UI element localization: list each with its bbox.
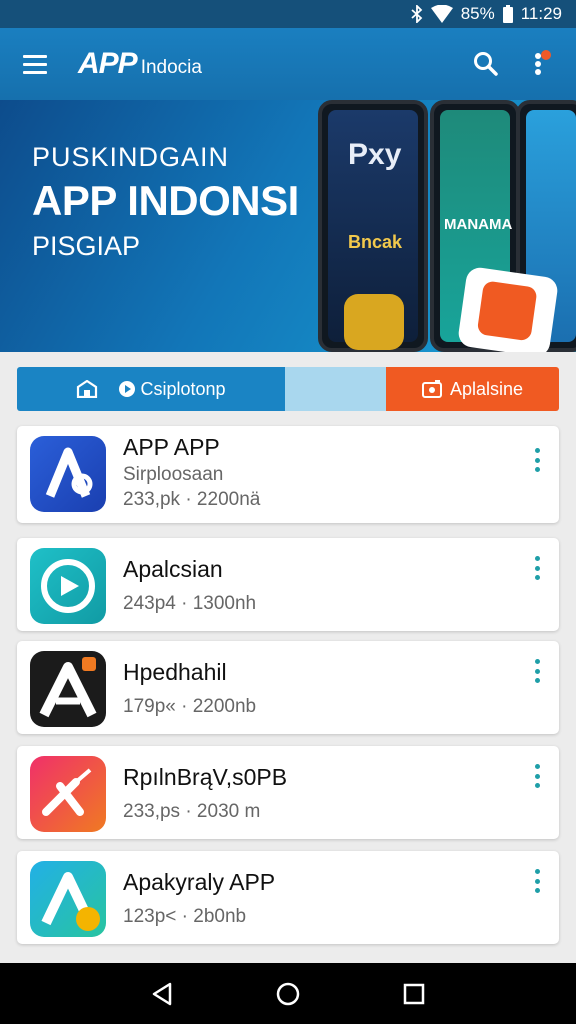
banner-phone-label-1: Pxy: [348, 138, 402, 171]
search-icon: [474, 52, 498, 76]
app-meta: 243p4 · 1300nh: [123, 593, 257, 614]
wifi-icon: [430, 5, 453, 23]
app-logo: APP Indocia: [78, 47, 202, 81]
more-options-button[interactable]: [527, 659, 547, 683]
banner-phone-1: Pxy Bncak: [318, 100, 428, 352]
app-card[interactable]: Apakyraly APP 123p< · 2b0nb: [17, 851, 559, 944]
more-options-button[interactable]: [527, 556, 547, 580]
recents-icon: [403, 983, 424, 1004]
play-circle-icon: [119, 381, 136, 397]
category-tabs: Csiplotonp Aplalsine: [17, 367, 559, 411]
tab-middle[interactable]: [285, 367, 386, 411]
banner-phone-label-2: Bncak: [348, 232, 403, 252]
promo-banner[interactable]: PUSKINDGAIN APP INDONSI PISGIAP Pxy Bnca…: [0, 100, 576, 352]
battery-percent: 85%: [460, 4, 495, 23]
app-grid-icon: [421, 380, 442, 398]
menu-button[interactable]: [0, 28, 70, 100]
app-card[interactable]: APP APP Sirploosaan 233,pk · 2200nä: [17, 426, 559, 523]
bluetooth-icon: [411, 5, 423, 23]
logo-sub-text: Indocia: [140, 57, 202, 78]
tab-label: Aplalsine: [449, 378, 524, 399]
more-options-button[interactable]: [527, 448, 547, 472]
app-card[interactable]: RpılnBrąV,s0PB 233,ps · 2030 m: [17, 746, 559, 839]
app-bar: APP Indocia: [0, 28, 576, 100]
status-bar: 85% 11:29: [0, 0, 576, 28]
banner-app-tile: [344, 294, 404, 350]
app-meta: 179p« · 2200nb: [123, 696, 257, 717]
notification-dot: [541, 50, 551, 60]
more-options-button[interactable]: [527, 869, 547, 893]
app-icon: [30, 548, 106, 624]
banner-title: APP INDONSI: [32, 177, 299, 224]
recents-button[interactable]: [403, 983, 425, 1005]
app-icon: [30, 436, 106, 512]
battery-icon: [502, 5, 513, 23]
overflow-menu-button[interactable]: [522, 48, 554, 80]
menu-icon: [23, 55, 47, 74]
tab-aplalsine[interactable]: Aplalsine: [386, 367, 559, 411]
back-icon: [153, 982, 172, 1005]
app-meta: 233,pk · 2200nä: [123, 489, 261, 510]
app-card[interactable]: Apalcsian 243p4 · 1300nh: [17, 538, 559, 631]
app-title: Apakyraly APP: [123, 869, 276, 895]
more-options-button[interactable]: [527, 764, 547, 788]
app-title: Apalcsian: [123, 556, 223, 582]
app-icon: [30, 651, 106, 727]
home-icon: [276, 982, 300, 1005]
tab-csiplotonp[interactable]: Csiplotonp: [17, 367, 285, 411]
app-meta: 123p< · 2b0nb: [123, 906, 247, 927]
app-icon: [30, 861, 106, 937]
search-button[interactable]: [470, 48, 502, 80]
system-nav-bar: [0, 963, 576, 1024]
banner-subtitle: PISGIAP: [32, 231, 141, 261]
app-icon: [30, 756, 106, 832]
app-title: RpılnBrąV,s0PB: [123, 764, 288, 790]
banner-orange-app-tile: [456, 265, 560, 352]
clock: 11:29: [520, 4, 562, 23]
banner-kicker: PUSKINDGAIN: [32, 142, 230, 172]
tab-label: Csiplotonp: [140, 378, 226, 399]
back-button[interactable]: [151, 982, 173, 1006]
app-meta: 233,ps · 2030 m: [123, 801, 261, 822]
app-title: Hpedhahil: [123, 659, 227, 685]
home-button[interactable]: [276, 982, 300, 1006]
store-icon: [77, 380, 98, 398]
app-developer: Sirploosaan: [123, 464, 224, 485]
logo-main-text: APP: [78, 47, 138, 80]
app-title: APP APP: [123, 434, 220, 460]
app-card[interactable]: Hpedhahil 179p« · 2200nb: [17, 641, 559, 734]
banner-phone-label-3: MANAMA: [444, 216, 513, 233]
